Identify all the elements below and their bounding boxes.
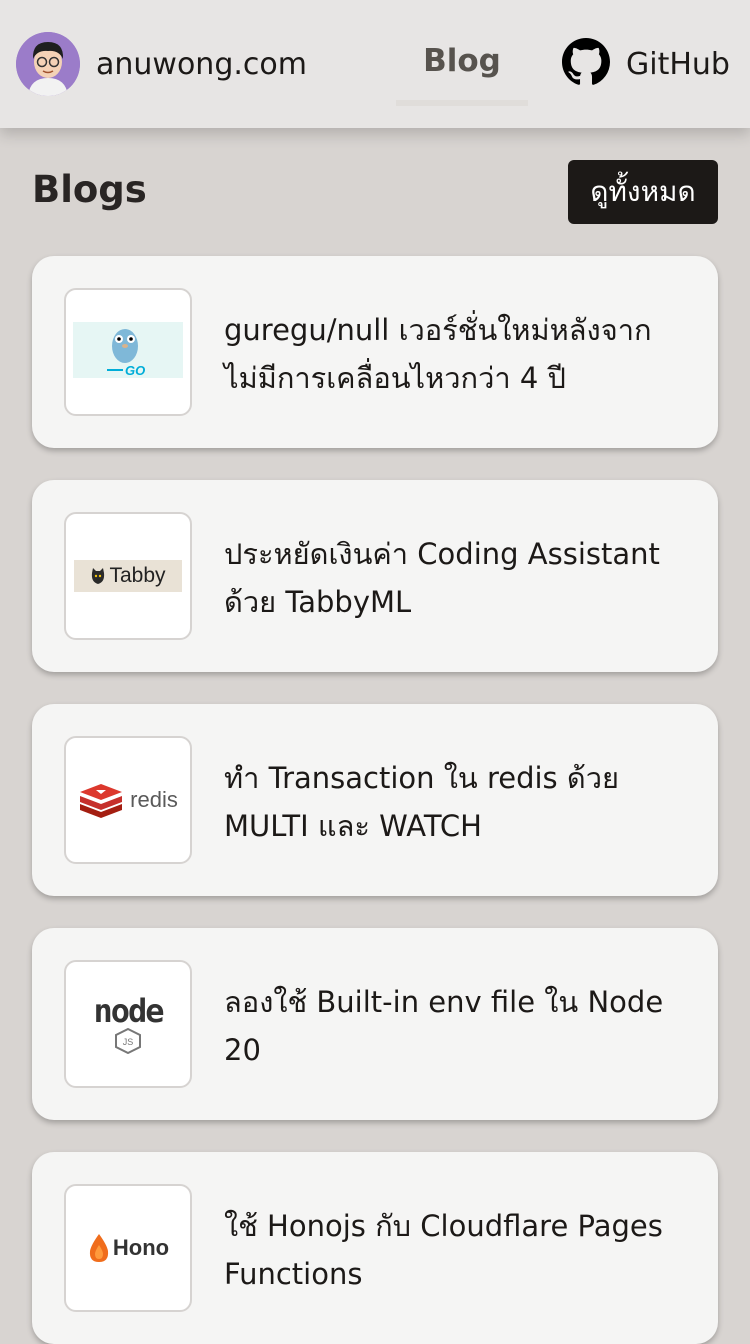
github-label: GitHub	[626, 46, 730, 82]
post-thumbnail: Hono	[64, 1184, 192, 1312]
post-thumbnail: node JS	[64, 960, 192, 1088]
redis-logo-text: redis	[130, 787, 178, 812]
blog-card[interactable]: redis ทำ Transaction ใน redis ด้วย MULTI…	[32, 704, 718, 896]
go-gopher-icon: GO	[73, 322, 183, 382]
post-title: ลองใช้ Built-in env file ใน Node 20	[224, 985, 664, 1067]
blog-card[interactable]: node JS ลองใช้ Built-in env file ใน Node…	[32, 928, 718, 1120]
post-title: ประหยัดเงินค่า Coding Assistant ด้วย Tab…	[224, 537, 660, 619]
svg-text:GO: GO	[125, 363, 145, 378]
blog-card[interactable]: Hono ใช้ Honojs กับ Cloudflare Pages Fun…	[32, 1152, 718, 1344]
nodejs-logo-icon: node JS	[93, 992, 165, 1054]
brand-link[interactable]: anuwong.com	[16, 32, 307, 96]
nav-blog-link[interactable]: Blog	[396, 28, 528, 106]
avatar	[16, 32, 80, 96]
github-icon	[562, 38, 610, 90]
post-thumbnail: GO	[64, 288, 192, 416]
view-all-button[interactable]: ดูทั้งหมด	[568, 160, 718, 224]
nodejs-logo-text: node	[93, 992, 164, 1030]
post-title: ทำ Transaction ใน redis ด้วย MULTI และ W…	[224, 761, 619, 843]
hono-logo-text: Hono	[112, 1235, 170, 1260]
top-nav-bar: anuwong.com Blog GitHub	[0, 0, 750, 128]
tabby-logo-text: Tabby	[109, 564, 166, 587]
redis-logo-icon: redis	[78, 782, 178, 818]
nav-github-link[interactable]: GitHub	[562, 38, 730, 90]
tabby-logo-icon: Tabby	[74, 560, 182, 592]
hono-logo-icon: Hono	[87, 1233, 169, 1263]
post-thumbnail: redis	[64, 736, 192, 864]
blog-card[interactable]: GO guregu/null เวอร์ชั่นใหม่หลังจากไม่มี…	[32, 256, 718, 448]
blog-card[interactable]: Tabby ประหยัดเงินค่า Coding Assistant ด้…	[32, 480, 718, 672]
post-title: ใช้ Honojs กับ Cloudflare Pages Function…	[224, 1209, 663, 1291]
post-title: guregu/null เวอร์ชั่นใหม่หลังจากไม่มีการ…	[224, 313, 652, 395]
section-title: Blogs	[32, 168, 147, 211]
post-thumbnail: Tabby	[64, 512, 192, 640]
svg-text:JS: JS	[123, 1037, 134, 1047]
brand-name: anuwong.com	[96, 46, 307, 82]
